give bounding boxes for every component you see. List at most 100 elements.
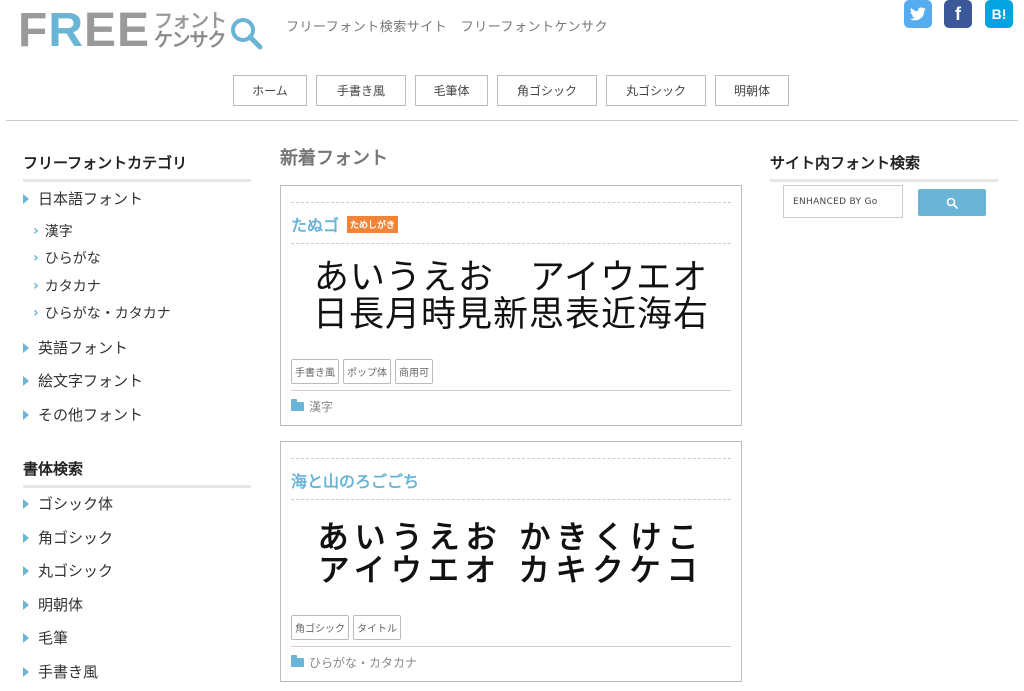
font-name: たぬゴ (291, 216, 340, 235)
sidebar-item-other[interactable]: その他フォント (23, 404, 143, 425)
sidebar-subitem-hiragana-katakana[interactable]: › ひらがな・カタカナ (33, 303, 171, 323)
tag[interactable]: 角ゴシック (291, 615, 349, 640)
sidebar-item-label: 手書き風 (38, 663, 99, 681)
sidebar-item-handwriting[interactable]: 手書き風 (23, 661, 98, 682)
category-link[interactable]: ひらがな・カタカナ (291, 654, 417, 671)
tag-list: 角ゴシック タイトル (291, 615, 405, 640)
nav-handwriting[interactable]: 手書き風 (316, 75, 406, 106)
divider (291, 646, 731, 647)
divider (291, 499, 731, 500)
font-name: 海と山のろごごち (291, 472, 420, 491)
search-button[interactable] (918, 189, 986, 216)
triangle-icon (23, 666, 29, 677)
sidebar-item-label: ゴシック体 (38, 495, 114, 513)
triangle-icon (23, 193, 29, 204)
triangle-icon (23, 632, 29, 643)
logo-kana-bottom: ケンサク (154, 29, 226, 51)
global-nav: ホーム 手書き風 毛筆体 角ゴシック 丸ゴシック 明朝体 (233, 75, 798, 106)
divider (291, 243, 731, 244)
sidebar-item-square-gothic[interactable]: 角ゴシック (23, 527, 113, 548)
facebook-share-button[interactable]: f (944, 0, 972, 28)
sidebar-item-label: 漢字 (44, 224, 73, 240)
sidebar-item-label: ひらがな・カタカナ (44, 306, 171, 322)
font-sample[interactable]: あいうえお アイウエオ 日長月時見新思表近海右 (281, 260, 741, 334)
triangle-icon (23, 532, 29, 543)
search-input[interactable]: ENHANCED BY Go (783, 185, 903, 218)
triangle-icon (23, 565, 29, 576)
category-label: ひらがな・カタカナ (309, 656, 418, 670)
triangle-icon (23, 409, 29, 420)
try-badge[interactable]: ためしがき (347, 215, 399, 233)
sidebar-item-round-gothic[interactable]: 丸ゴシック (23, 560, 113, 581)
triangle-icon (23, 375, 29, 386)
font-card: 海と山のろごごち あいうえお かきくけこ アイウエオ カキクケコ 角ゴシック タ… (280, 441, 742, 682)
nav-round-gothic[interactable]: 丸ゴシック (606, 75, 706, 106)
sidebar-item-label: 明朝体 (38, 596, 84, 614)
sidebar-item-label: 角ゴシック (38, 529, 114, 547)
hatena-bookmark-button[interactable]: B! (985, 0, 1013, 28)
sidebar-item-brush[interactable]: 毛筆 (23, 627, 68, 648)
sidebar-item-label: 英語フォント (38, 339, 129, 357)
header-divider (6, 120, 1018, 121)
site-tagline: フリーフォント検索サイト フリーフォントケンサク (286, 20, 609, 35)
nav-home[interactable]: ホーム (233, 75, 307, 106)
site-logo[interactable]: FREE フォント ケンサク (18, 7, 264, 55)
category-link[interactable]: 漢字 (291, 398, 333, 415)
sidebar-item-label: その他フォント (38, 406, 144, 424)
divider (291, 390, 731, 391)
sidebar-item-label: 丸ゴシック (38, 562, 114, 580)
sidebar-item-label: 絵文字フォント (38, 372, 144, 390)
sidebar-item-label: 日本語フォント (38, 190, 144, 208)
tag[interactable]: 手書き風 (291, 359, 339, 384)
site-search-heading: サイト内フォント検索 (770, 152, 998, 182)
tag[interactable]: タイトル (353, 615, 401, 640)
chevron-right-icon: › (33, 278, 39, 294)
font-card: たぬゴ ためしがき あいうえお アイウエオ 日長月時見新思表近海右 手書き風 ポ… (280, 185, 742, 426)
magnifier-icon (231, 18, 263, 50)
search-icon (946, 197, 958, 209)
category-label: 漢字 (309, 400, 334, 414)
divider (291, 458, 731, 459)
sidebar-item-mincho[interactable]: 明朝体 (23, 594, 83, 615)
tag-list: 手書き風 ポップ体 商用可 (291, 359, 437, 384)
logo-kana: フォント ケンサク (154, 12, 227, 51)
twitter-share-button[interactable] (904, 0, 932, 28)
font-name-link[interactable]: たぬゴ ためしがき (291, 212, 399, 236)
sidebar-subitem-katakana[interactable]: › カタカナ (33, 276, 101, 296)
sidebar-item-english[interactable]: 英語フォント (23, 337, 128, 358)
sample-line: 日長月時見新思表近海右 (312, 294, 709, 335)
font-sample[interactable]: あいうえお かきくけこ アイウエオ カキクケコ (281, 522, 741, 587)
chevron-right-icon: › (33, 250, 39, 266)
folder-icon (291, 655, 304, 667)
chevron-right-icon: › (33, 305, 39, 321)
sidebar-subitem-hiragana[interactable]: › ひらがな (33, 248, 101, 268)
nav-square-gothic[interactable]: 角ゴシック (497, 75, 597, 106)
style-search-heading: 書体検索 (23, 458, 251, 488)
category-heading: フリーフォントカテゴリ (23, 152, 251, 182)
logo-letter: E (84, 4, 118, 57)
logo-letter: F (18, 4, 49, 57)
tag[interactable]: ポップ体 (343, 359, 391, 384)
sidebar-subitem-kanji[interactable]: › 漢字 (33, 221, 73, 241)
nav-mincho[interactable]: 明朝体 (715, 75, 789, 106)
sidebar-item-japanese[interactable]: 日本語フォント (23, 188, 143, 209)
folder-icon (291, 399, 304, 411)
sample-line: あいうえお かきくけこ (317, 520, 705, 556)
chevron-right-icon: › (33, 223, 39, 239)
logo-free-text: FREE (18, 7, 150, 55)
logo-letter: R (48, 4, 84, 57)
page-title: 新着フォント (280, 148, 388, 169)
sidebar-item-gothic[interactable]: ゴシック体 (23, 493, 113, 514)
sidebar-item-label: ひらがな (44, 251, 101, 267)
sidebar-item-label: 毛筆 (38, 629, 69, 647)
tag[interactable]: 商用可 (395, 359, 433, 384)
sidebar-item-emoji[interactable]: 絵文字フォント (23, 370, 143, 391)
logo-letter: E (117, 4, 151, 57)
font-name-link[interactable]: 海と山のろごごち (291, 468, 419, 492)
sidebar-item-label: カタカナ (44, 279, 101, 295)
divider (291, 202, 731, 203)
sample-line: あいうえお アイウエオ (313, 258, 709, 298)
twitter-icon (910, 7, 926, 21)
triangle-icon (23, 498, 29, 509)
nav-brush[interactable]: 毛筆体 (415, 75, 488, 106)
